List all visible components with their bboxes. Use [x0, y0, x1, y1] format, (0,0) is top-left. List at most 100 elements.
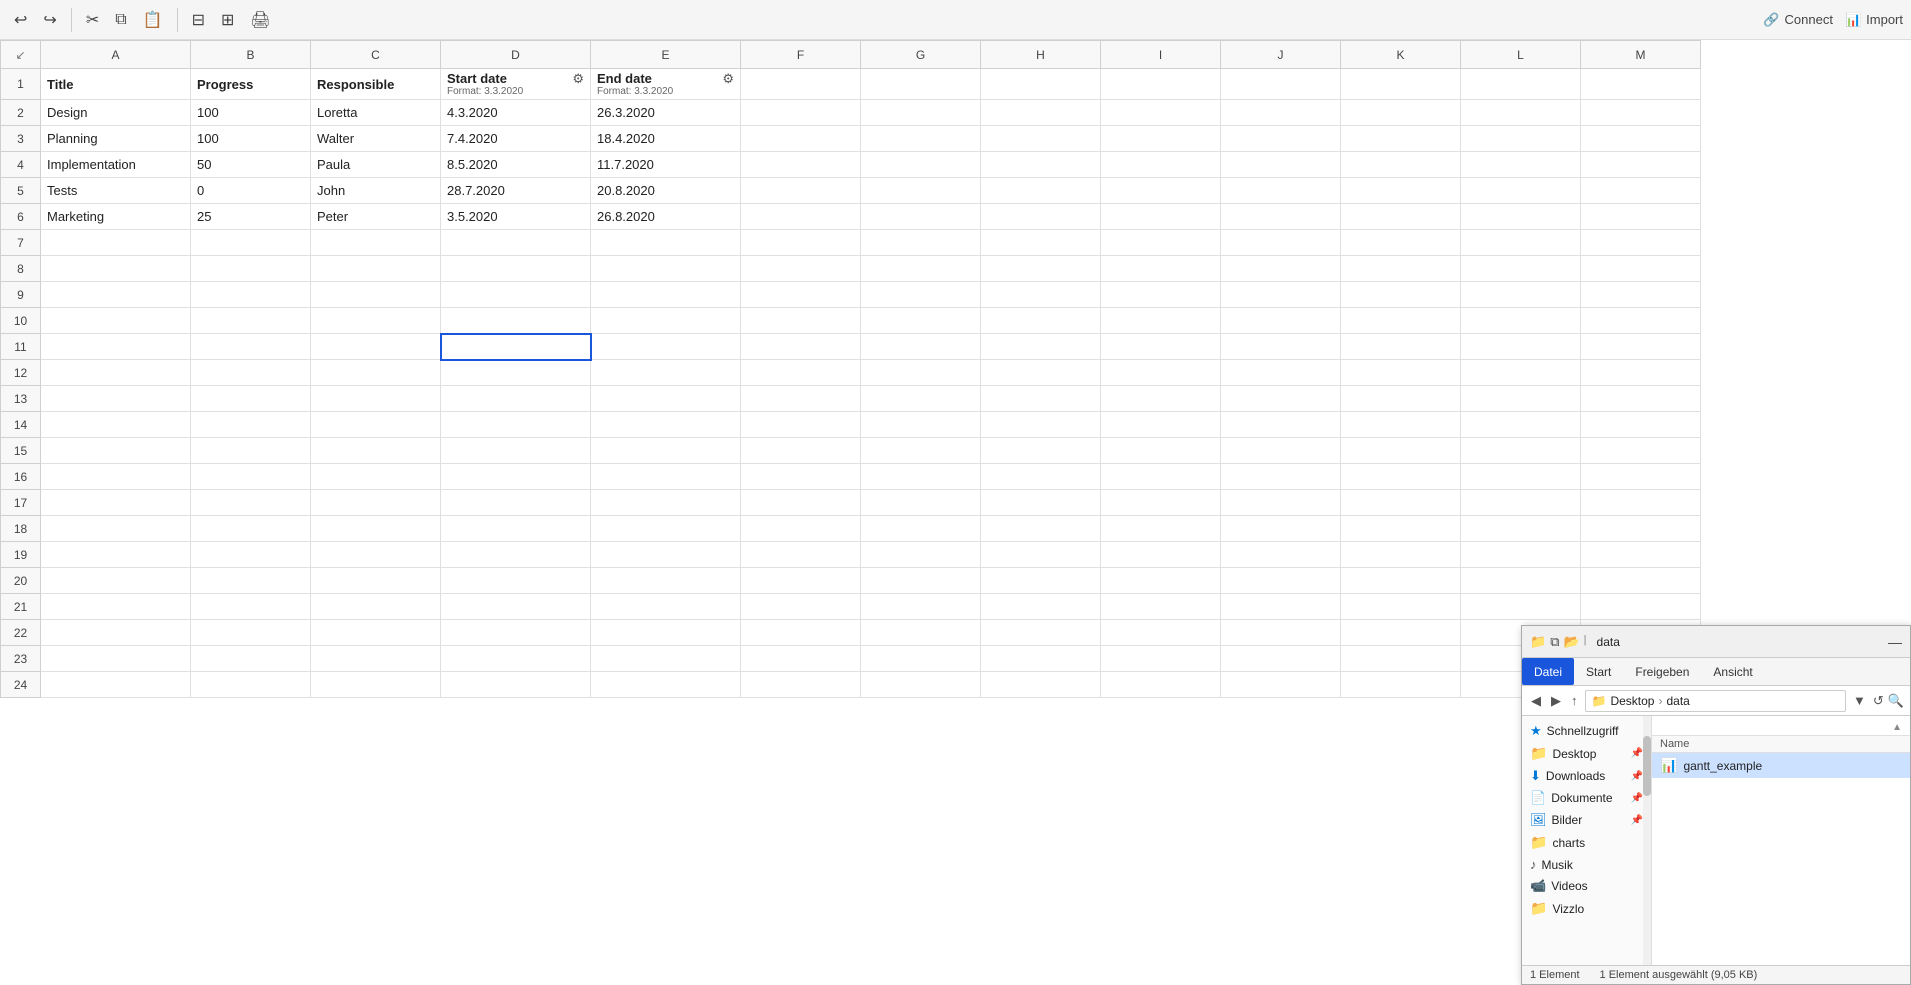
sidebar-item-charts[interactable]: 📁 charts: [1522, 831, 1651, 854]
cell-b1[interactable]: Progress: [191, 69, 311, 100]
fe-address-path[interactable]: 📁 Desktop › data: [1585, 690, 1847, 712]
cell-k2[interactable]: [1341, 100, 1461, 126]
cell-m5[interactable]: [1581, 178, 1701, 204]
cell-d4[interactable]: 8.5.2020: [441, 152, 591, 178]
cell-i2[interactable]: [1101, 100, 1221, 126]
cell-m4[interactable]: [1581, 152, 1701, 178]
sidebar-item-vizzlo[interactable]: 📁 Vizzlo: [1522, 897, 1651, 920]
copy-button[interactable]: ⧉: [109, 7, 132, 33]
cell-i1[interactable]: [1101, 69, 1221, 100]
cell-b3[interactable]: 100: [191, 126, 311, 152]
cell-d1[interactable]: Start date Format: 3.3.2020 ⚙: [441, 69, 591, 100]
col-header-g[interactable]: G: [861, 41, 981, 69]
fe-name-header[interactable]: Name: [1660, 738, 1689, 750]
cell-j5[interactable]: [1221, 178, 1341, 204]
cell-l3[interactable]: [1461, 126, 1581, 152]
cell-l4[interactable]: [1461, 152, 1581, 178]
cell-i6[interactable]: [1101, 204, 1221, 230]
cell-f3[interactable]: [741, 126, 861, 152]
cell-e6[interactable]: 26.8.2020: [591, 204, 741, 230]
cell-i4[interactable]: [1101, 152, 1221, 178]
sidebar-item-desktop[interactable]: 📁 Desktop 📌: [1522, 742, 1651, 765]
cell-e1[interactable]: End date Format: 3.3.2020 ⚙: [591, 69, 741, 100]
cell-h3[interactable]: [981, 126, 1101, 152]
cell-j3[interactable]: [1221, 126, 1341, 152]
cell-k4[interactable]: [1341, 152, 1461, 178]
cell-f4[interactable]: [741, 152, 861, 178]
cell-m2[interactable]: [1581, 100, 1701, 126]
fe-forward-button[interactable]: ▶: [1548, 691, 1564, 711]
cell-c2[interactable]: Loretta: [311, 100, 441, 126]
gear-icon-e[interactable]: ⚙: [722, 71, 734, 87]
redo-button[interactable]: ↪: [37, 6, 62, 34]
sidebar-scrollbar[interactable]: [1643, 716, 1651, 965]
fe-up-button[interactable]: ↑: [1568, 691, 1581, 710]
cell-m1[interactable]: [1581, 69, 1701, 100]
sidebar-item-dokumente[interactable]: 📄 Dokumente 📌: [1522, 787, 1651, 809]
connect-button[interactable]: 🔗 Connect: [1763, 12, 1833, 28]
cell-c3[interactable]: Walter: [311, 126, 441, 152]
fe-back-button[interactable]: ◀: [1528, 691, 1544, 711]
cell-i5[interactable]: [1101, 178, 1221, 204]
cell-a1[interactable]: Title: [41, 69, 191, 100]
cell-b5[interactable]: 0: [191, 178, 311, 204]
cell-m6[interactable]: [1581, 204, 1701, 230]
cell-h6[interactable]: [981, 204, 1101, 230]
cell-l6[interactable]: [1461, 204, 1581, 230]
import-button[interactable]: 📊 Import: [1845, 12, 1903, 28]
sort-up-icon[interactable]: ▲: [1892, 722, 1902, 733]
col-header-i[interactable]: I: [1101, 41, 1221, 69]
cell-d6[interactable]: 3.5.2020: [441, 204, 591, 230]
cell-l2[interactable]: [1461, 100, 1581, 126]
cell-h5[interactable]: [981, 178, 1101, 204]
cell-h2[interactable]: [981, 100, 1101, 126]
cell-k1[interactable]: [1341, 69, 1461, 100]
undo-button[interactable]: ↩: [8, 6, 33, 34]
cell-i3[interactable]: [1101, 126, 1221, 152]
cell-a5[interactable]: Tests: [41, 178, 191, 204]
sidebar-item-bilder[interactable]: 🖼 Bilder 📌: [1522, 809, 1651, 831]
cell-f1[interactable]: [741, 69, 861, 100]
col-header-j[interactable]: J: [1221, 41, 1341, 69]
cell-j4[interactable]: [1221, 152, 1341, 178]
fe-tab-start[interactable]: Start: [1574, 658, 1623, 685]
cell-b6[interactable]: 25: [191, 204, 311, 230]
cell-e2[interactable]: 26.3.2020: [591, 100, 741, 126]
cell-k6[interactable]: [1341, 204, 1461, 230]
fe-tab-ansicht[interactable]: Ansicht: [1701, 658, 1764, 685]
fe-refresh-button[interactable]: ↺: [1873, 693, 1884, 709]
cell-d3[interactable]: 7.4.2020: [441, 126, 591, 152]
cell-g6[interactable]: [861, 204, 981, 230]
cell-b2[interactable]: 100: [191, 100, 311, 126]
cell-a2[interactable]: Design: [41, 100, 191, 126]
col-header-k[interactable]: K: [1341, 41, 1461, 69]
fe-close-button[interactable]: —: [1888, 634, 1902, 650]
col-header-l[interactable]: L: [1461, 41, 1581, 69]
col-header-f[interactable]: F: [741, 41, 861, 69]
cell-e3[interactable]: 18.4.2020: [591, 126, 741, 152]
cell-d5[interactable]: 28.7.2020: [441, 178, 591, 204]
cell-b4[interactable]: 50: [191, 152, 311, 178]
cell-e5[interactable]: 20.8.2020: [591, 178, 741, 204]
gear-icon-d[interactable]: ⚙: [572, 71, 584, 87]
col-header-b[interactable]: B: [191, 41, 311, 69]
table-button[interactable]: ⊞: [215, 6, 240, 34]
sidebar-item-musik[interactable]: ♪ Musik: [1522, 854, 1651, 875]
cut-button[interactable]: ✂: [80, 6, 105, 34]
cell-c6[interactable]: Peter: [311, 204, 441, 230]
cell-e4[interactable]: 11.7.2020: [591, 152, 741, 178]
sidebar-item-schnellzugriff[interactable]: ★ Schnellzugriff: [1522, 720, 1651, 742]
cell-m3[interactable]: [1581, 126, 1701, 152]
cell-d2[interactable]: 4.3.2020: [441, 100, 591, 126]
cell-c5[interactable]: John: [311, 178, 441, 204]
paste-button[interactable]: 📋: [137, 6, 169, 34]
fe-address-dropdown[interactable]: ▼: [1850, 691, 1869, 710]
fe-tab-freigeben[interactable]: Freigeben: [1623, 658, 1701, 685]
fe-data-crumb[interactable]: data: [1666, 694, 1689, 708]
print-button[interactable]: 🖨: [244, 6, 276, 34]
cell-a3[interactable]: Planning: [41, 126, 191, 152]
cell-g3[interactable]: [861, 126, 981, 152]
fe-search-button[interactable]: 🔍: [1888, 693, 1904, 709]
cell-j1[interactable]: [1221, 69, 1341, 100]
cell-a4[interactable]: Implementation: [41, 152, 191, 178]
